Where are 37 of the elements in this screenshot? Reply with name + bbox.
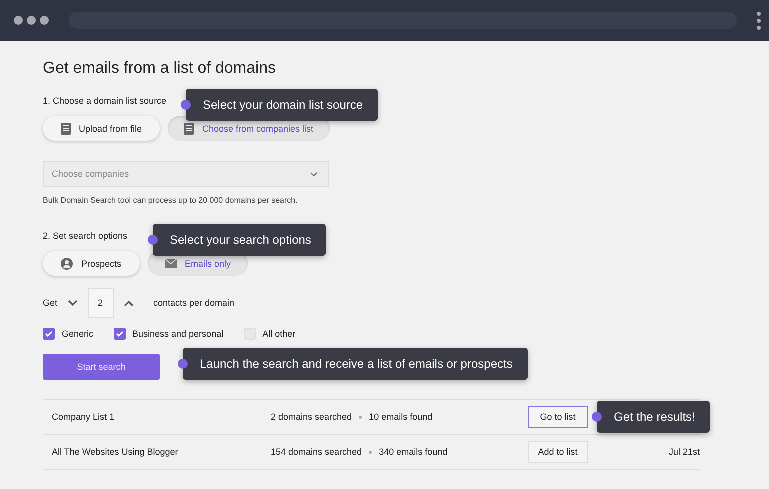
section-label: 2. Set search options (43, 231, 128, 241)
checkbox-label: All other (262, 329, 296, 339)
search-stats: 154 domains searched 340 emails found (271, 447, 449, 457)
list-action-button[interactable]: Add to list (528, 441, 588, 463)
limit-note: Bulk Domain Search tool can process up to 20 000 domains per search. (43, 196, 299, 205)
page-title: Get emails from a list of domains (43, 60, 277, 78)
search-stats: 2 domains searched 10 emails found (271, 412, 434, 422)
section-label: 1. Choose a domain list source (43, 96, 167, 106)
mode-button[interactable]: Prospects (43, 251, 140, 276)
result-date: Jul 21st (668, 447, 700, 457)
checkbox[interactable] (114, 328, 126, 340)
checkbox[interactable] (43, 328, 55, 340)
checkmark-icon (116, 331, 124, 337)
document-icon (184, 122, 194, 134)
pointer-dot-icon (148, 235, 158, 245)
count-field[interactable]: 2 (88, 288, 114, 318)
chevron-down-icon (310, 172, 318, 176)
mail-icon (164, 259, 177, 268)
pointer-dot-icon (592, 412, 602, 422)
menu-icon[interactable] (757, 12, 761, 30)
checkmark-icon (45, 331, 53, 337)
checkbox-label: Generic (62, 329, 94, 339)
window-dots-icon (14, 16, 49, 25)
list-name: All The Websites Using Blogger (52, 447, 180, 457)
start-search-button[interactable]: Start search (43, 354, 160, 380)
count-suffix: contacts per domain (154, 298, 235, 308)
document-icon (60, 122, 71, 134)
pointer-dot-icon (181, 100, 191, 110)
checkbox-label: Business and personal (132, 329, 224, 339)
list-name: Company List 1 (52, 412, 116, 422)
person-icon (61, 258, 74, 270)
decrease-icon[interactable] (68, 300, 78, 306)
get-label: Get (43, 298, 58, 308)
pointer-dot-icon (178, 359, 188, 369)
increase-icon[interactable] (124, 300, 134, 306)
list-action-button[interactable]: Go to list (528, 406, 588, 428)
source-button[interactable]: Upload from file (43, 116, 160, 141)
